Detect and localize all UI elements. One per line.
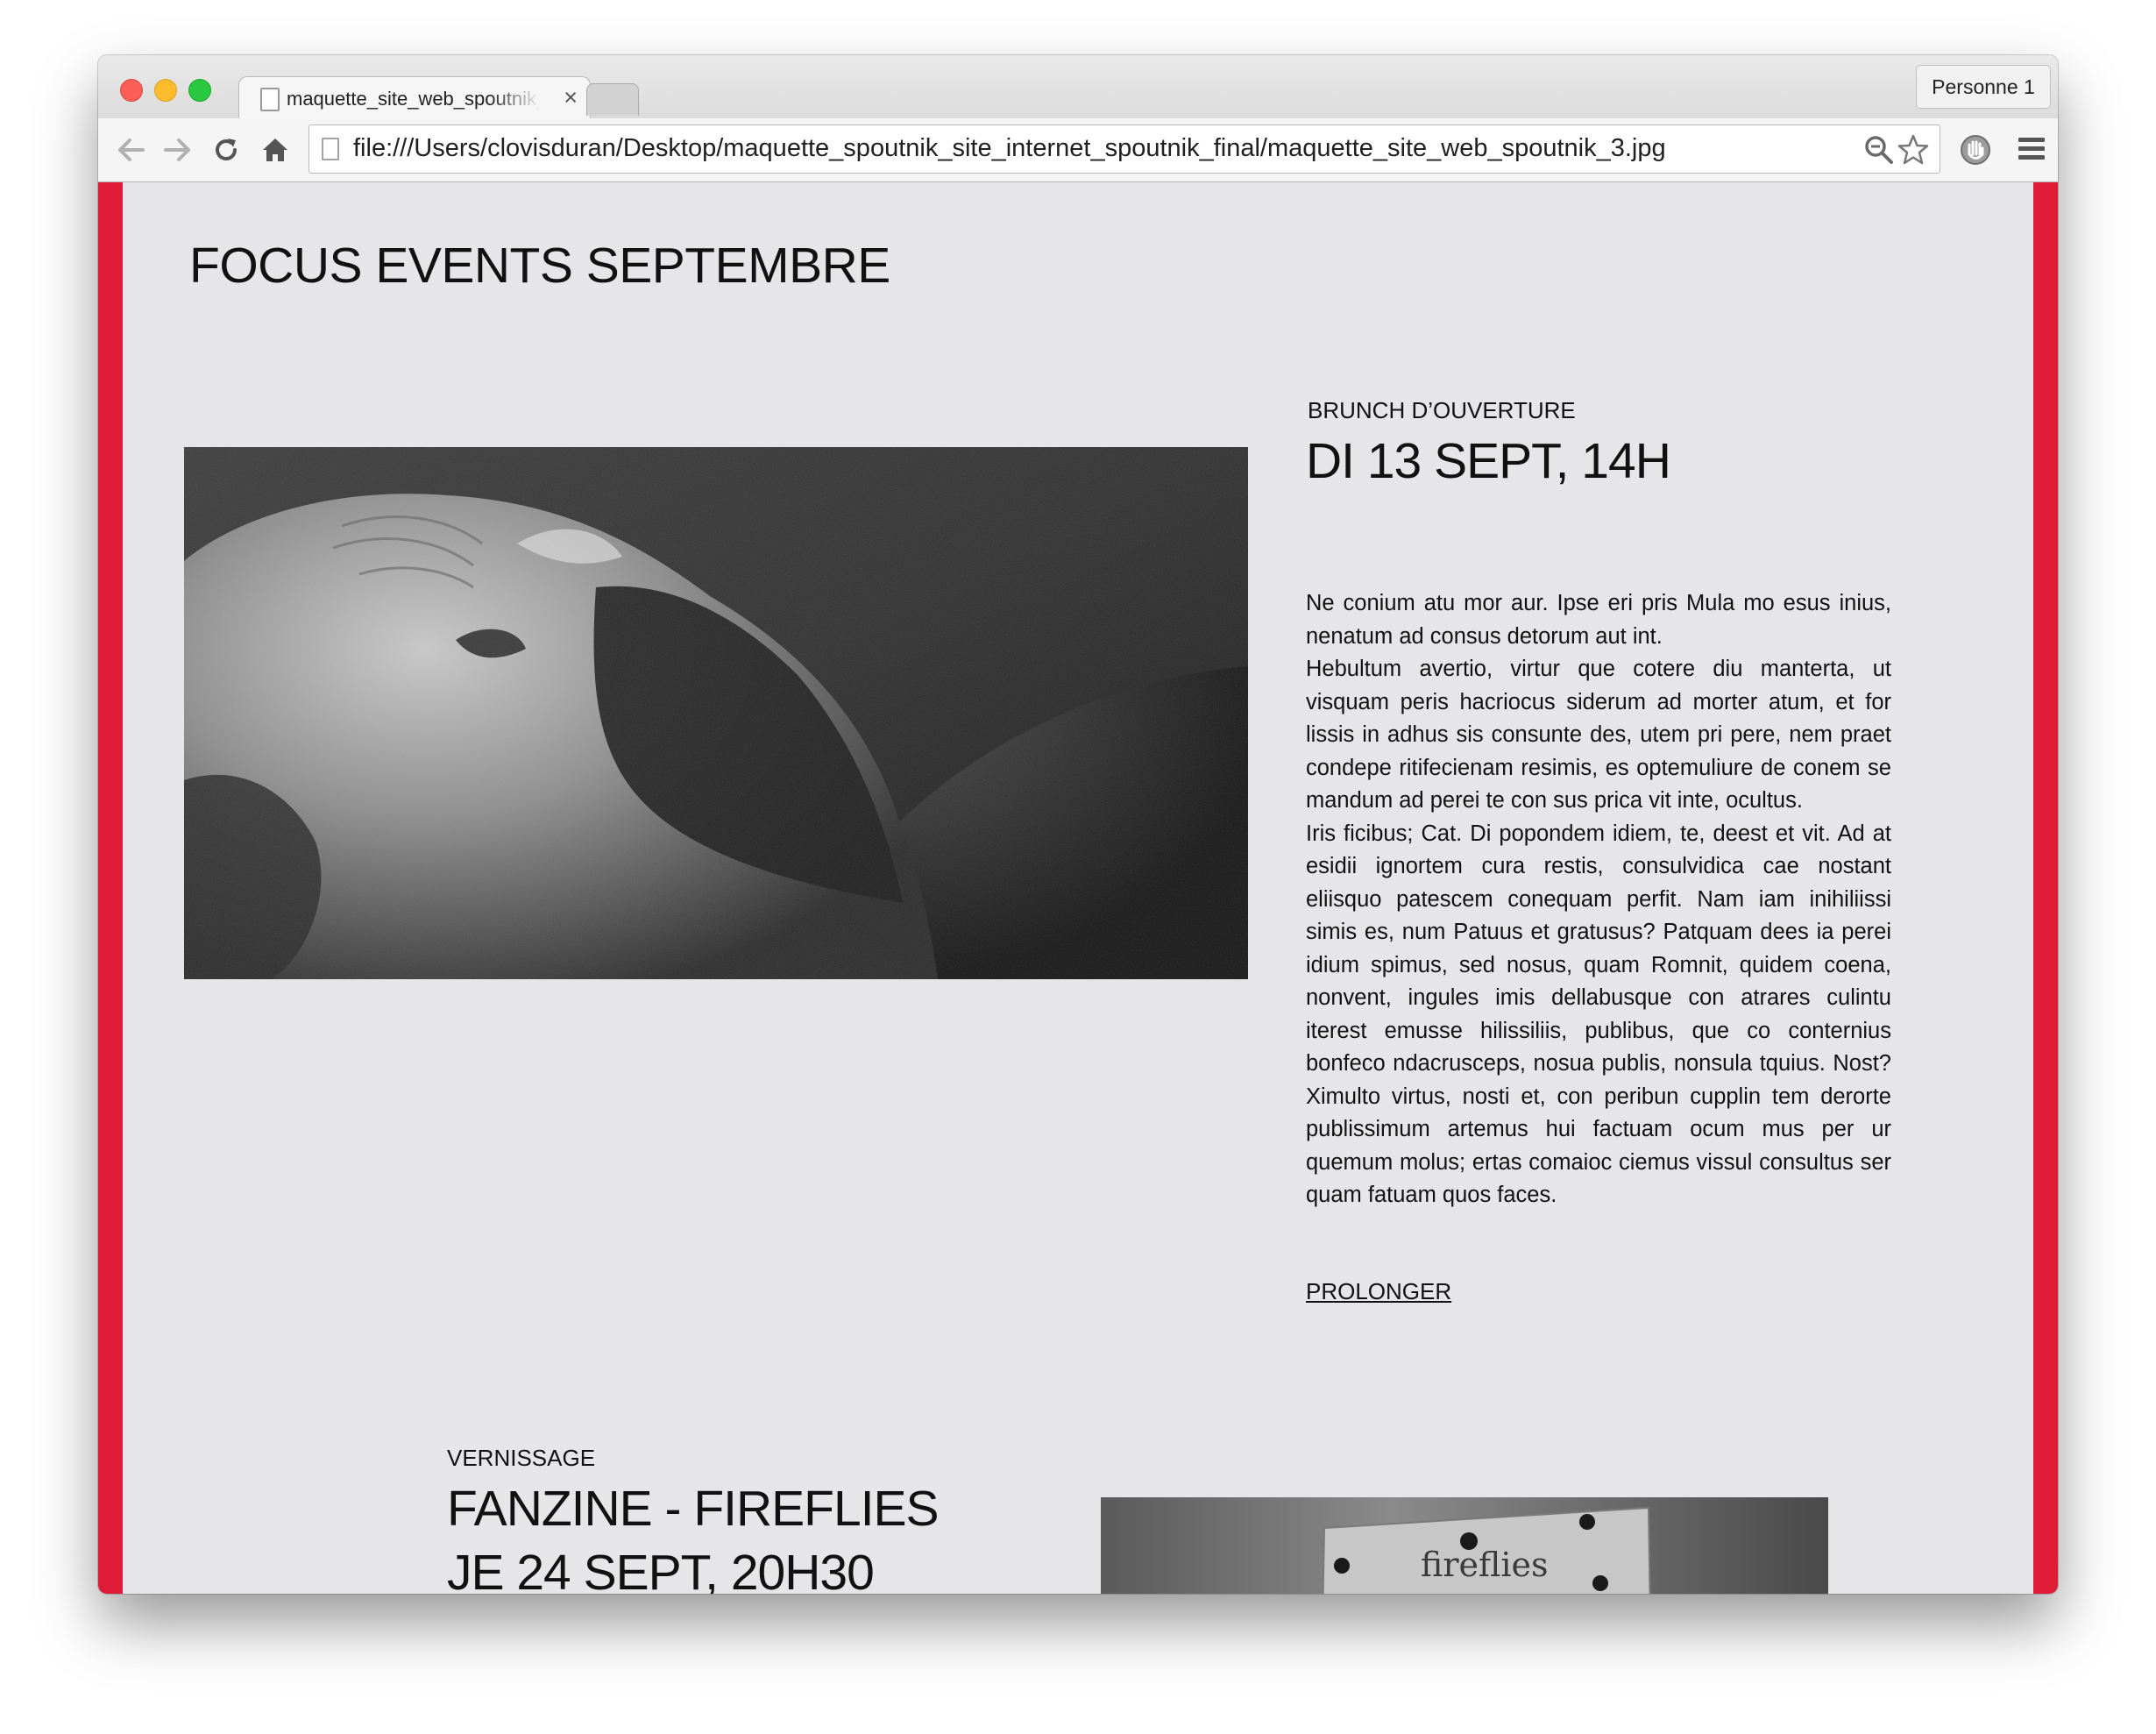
page-viewport[interactable]: FOCUS EVENTS SEPTEMBRE BRUNCH D’OUVERTUR…	[98, 182, 2058, 1594]
forward-arrow-icon	[164, 139, 190, 161]
sign-text: fireflies	[1421, 1546, 1549, 1584]
url-text[interactable]: file:///Users/clovisduran/Desktop/maquet…	[353, 134, 1666, 163]
accent-bar-right	[2033, 182, 2058, 1594]
page-icon	[322, 138, 339, 160]
back-button[interactable]	[116, 134, 147, 166]
new-tab-button[interactable]	[586, 83, 639, 116]
reload-button[interactable]	[210, 134, 242, 166]
menu-icon[interactable]	[2018, 136, 2046, 162]
event-paragraph: Ne conium atu mor aur. Ipse eri pris Mul…	[1306, 591, 1891, 649]
event-photo-fireflies: fireflies	[1101, 1497, 1828, 1594]
event-date-heading: DI 13 SEPT, 14H	[1306, 433, 1671, 489]
portrait-illustration	[184, 447, 1248, 979]
prolonger-link[interactable]: PROLONGER	[1306, 1278, 1451, 1305]
reload-icon	[216, 139, 237, 160]
event-photo-portrait	[184, 447, 1248, 979]
event-kicker: VERNISSAGE	[447, 1445, 596, 1471]
zoom-icon[interactable]	[1864, 135, 1894, 165]
extension-icon[interactable]	[1960, 133, 1991, 167]
tab-strip: maquette_site_web_spoutnik_3.jpg × Perso…	[98, 55, 2058, 119]
window-zoom-button[interactable]	[188, 79, 211, 102]
tab-close-button[interactable]: ×	[564, 84, 578, 111]
event-description: Ne conium atu mor aur. Ipse eri pris Mul…	[1306, 587, 1891, 1212]
event-kicker: BRUNCH D’OUVERTURE	[1308, 397, 1576, 423]
event-date-heading: JE 24 SEPT, 20H30	[447, 1545, 875, 1594]
event-paragraph: Iris ficibus; Cat. Di popondem idiem, te…	[1306, 821, 1891, 1208]
home-button[interactable]	[259, 134, 291, 166]
back-arrow-icon	[118, 139, 145, 161]
window-minimize-button[interactable]	[154, 79, 177, 102]
address-bar[interactable]: file:///Users/clovisduran/Desktop/maquet…	[309, 124, 1940, 174]
window-close-button[interactable]	[120, 79, 143, 102]
event-paragraph: Hebultum avertio, virtur que cotere diu …	[1306, 657, 1891, 813]
profile-button[interactable]: Personne 1	[1916, 65, 2051, 109]
browser-tab[interactable]: maquette_site_web_spoutnik_3.jpg ×	[238, 76, 591, 119]
browser-window: maquette_site_web_spoutnik_3.jpg × Perso…	[98, 55, 2058, 1594]
tab-title: maquette_site_web_spoutnik_3.jpg	[287, 88, 541, 110]
event-title-heading: FANZINE - FIREFLIES	[447, 1481, 940, 1537]
page-title: FOCUS EVENTS SEPTEMBRE	[189, 238, 890, 294]
browser-toolbar: file:///Users/clovisduran/Desktop/maquet…	[98, 118, 2058, 182]
forward-button[interactable]	[161, 134, 193, 166]
home-icon	[263, 139, 287, 161]
page-icon	[260, 88, 280, 111]
accent-bar-left	[98, 182, 123, 1594]
star-icon[interactable]	[1897, 134, 1929, 166]
fireflies-sign-illustration: fireflies	[1101, 1497, 1828, 1594]
